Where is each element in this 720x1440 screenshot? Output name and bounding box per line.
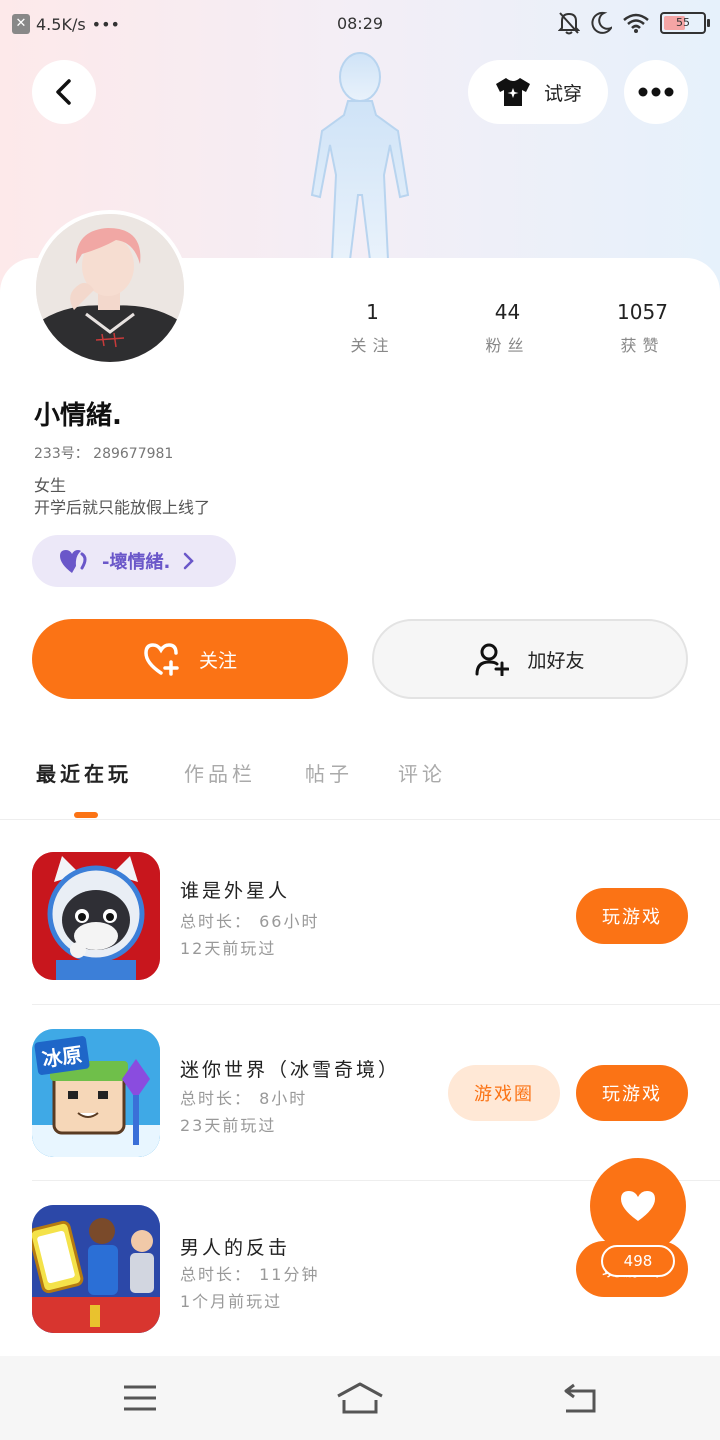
home-icon (337, 1382, 383, 1414)
game-title: 迷你世界（冰雪奇境） (180, 1059, 401, 1081)
chevron-right-icon (184, 552, 195, 570)
battery-level: 55 (676, 16, 690, 29)
tab-posts[interactable]: 帖子 (305, 758, 353, 787)
game-list-item[interactable]: 冰原 迷你世界（冰雪奇境） 总时长： 8小时 23天前玩过 游戏圈 玩游戏 (32, 1004, 720, 1180)
game-duration: 总时长： 11分钟 (180, 1265, 320, 1284)
try-on-label: 试穿 (543, 82, 582, 105)
tab-comments[interactable]: 评论 (398, 758, 446, 787)
back-button[interactable] (32, 60, 96, 124)
heart-plus-icon (144, 643, 179, 676)
chevron-left-icon (56, 79, 71, 105)
stat-label: 粉丝 (485, 336, 530, 355)
moon-icon (591, 11, 612, 34)
game-duration: 总时长： 8小时 (180, 1089, 308, 1108)
stat-value: 1 (366, 300, 379, 324)
game-title: 谁是外星人 (180, 880, 291, 902)
status-bar: ✕ 4.5K/s ••• 08:29 55 (0, 0, 720, 50)
user-id[interactable]: 233号： 289677981 (34, 443, 173, 463)
game-title: 男人的反击 (180, 1237, 291, 1259)
active-tab-indicator (74, 812, 98, 818)
stat-value: 1057 (617, 300, 668, 324)
add-friend-label: 加好友 (527, 649, 585, 672)
back-nav-button[interactable] (550, 1378, 610, 1418)
follow-button[interactable]: 关注 (32, 619, 348, 699)
heart-icon (621, 1191, 655, 1221)
avatar-illustration (36, 214, 184, 362)
stat-fans[interactable]: 44 粉丝 (440, 300, 575, 356)
game-circle-button[interactable]: 游戏圈 (448, 1065, 560, 1121)
game-list-item[interactable]: 谁是外星人 总时长： 66小时 12天前玩过 玩游戏 (32, 828, 720, 1004)
stat-following[interactable]: 1 关注 (305, 300, 440, 356)
stat-likes[interactable]: 1057 获赞 (575, 300, 710, 356)
more-options-button[interactable] (624, 60, 688, 124)
battery-indicator: 55 (660, 12, 710, 34)
play-game-button[interactable]: 玩游戏 (576, 1065, 688, 1121)
profile-stats: 1 关注 44 粉丝 1057 获赞 (305, 300, 710, 356)
astronaut-cat-game-art (32, 852, 160, 980)
game-last-played: 12天前玩过 (180, 939, 277, 958)
tab-works[interactable]: 作品栏 (184, 758, 256, 787)
profile-tabs: 最近在玩 作品栏 帖子 评论 (0, 758, 720, 820)
avatar[interactable] (32, 210, 188, 366)
home-button[interactable] (330, 1378, 390, 1418)
game-icon[interactable] (32, 852, 160, 980)
guild-name: -壞情緒. (102, 552, 171, 573)
return-icon (564, 1383, 596, 1413)
game-duration: 总时长： 66小时 (180, 912, 320, 931)
status-right: 55 (558, 11, 710, 35)
man-fights-back-game-art (32, 1205, 160, 1333)
bio-line: 开学后就只能放假上线了 (34, 498, 211, 517)
game-last-played: 1个月前玩过 (180, 1292, 283, 1311)
avatar-silhouette-figure (310, 52, 410, 261)
play-game-button[interactable]: 玩游戏 (576, 888, 688, 944)
more-dots-icon (638, 87, 674, 97)
wifi-icon (623, 13, 649, 33)
heart-guild-icon (60, 550, 87, 573)
like-profile-button[interactable] (590, 1158, 686, 1254)
game-last-played: 23天前玩过 (180, 1116, 277, 1135)
bio: 女生 开学后就只能放假上线了 (34, 475, 210, 519)
tshirt-icon (495, 78, 530, 106)
bio-line: 女生 (34, 476, 67, 495)
menu-icon (124, 1385, 156, 1411)
try-on-button[interactable]: 试穿 (468, 60, 608, 124)
game-icon[interactable]: 冰原 (32, 1029, 160, 1157)
stat-label: 获赞 (620, 336, 665, 355)
game-icon[interactable] (32, 1205, 160, 1333)
tab-recently-played[interactable]: 最近在玩 (36, 758, 132, 787)
follow-label: 关注 (198, 649, 237, 672)
bell-off-icon (558, 12, 580, 35)
like-count: 498 (601, 1245, 675, 1277)
menu-button[interactable] (110, 1378, 170, 1418)
add-user-icon (475, 643, 510, 676)
system-navigation-bar (0, 1356, 720, 1440)
stat-label: 关注 (350, 336, 395, 355)
nickname: 小情緒. (34, 401, 122, 431)
add-friend-button[interactable]: 加好友 (372, 619, 688, 699)
guild-chip[interactable]: -壞情緒. (32, 535, 236, 587)
stat-value: 44 (494, 300, 521, 324)
